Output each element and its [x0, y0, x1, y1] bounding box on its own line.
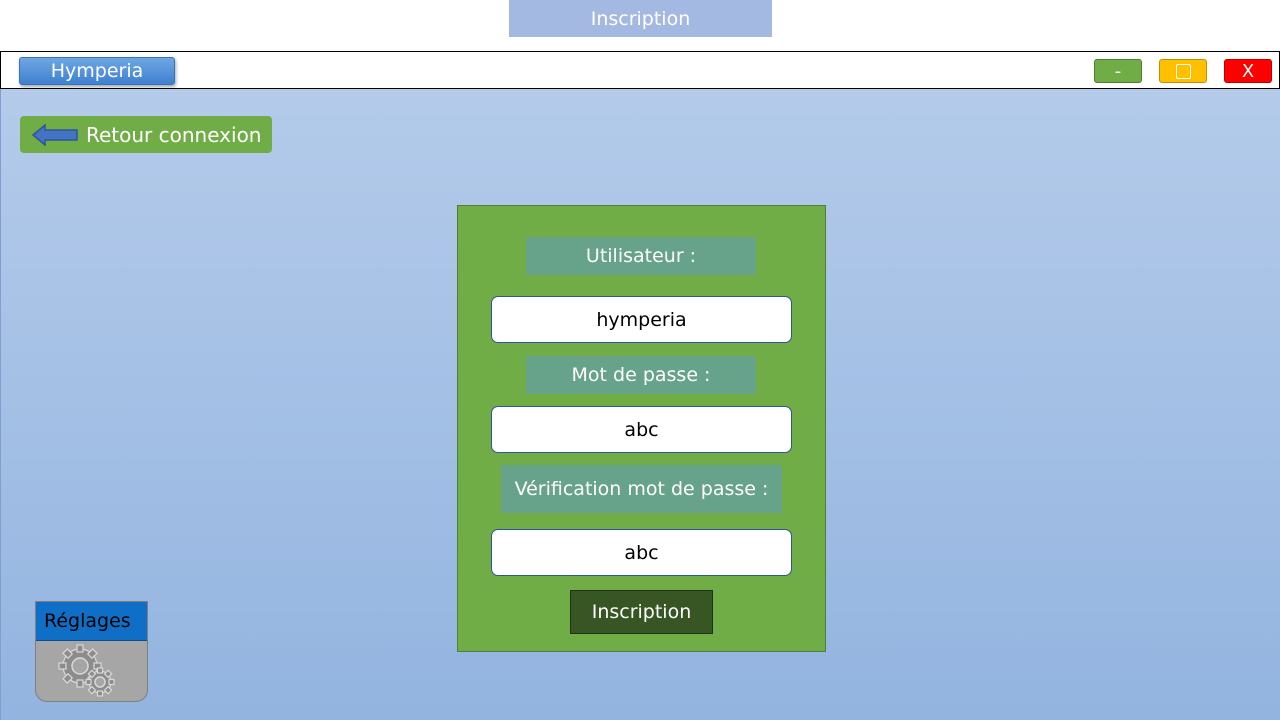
username-label: Utilisateur :: [526, 237, 756, 275]
page-title: Inscription: [509, 0, 772, 37]
minimize-button[interactable]: -: [1094, 59, 1142, 83]
title-bar: Hymperia - X: [0, 51, 1280, 89]
arrow-left-icon: [32, 123, 78, 146]
back-to-login-button[interactable]: Retour connexion: [20, 116, 272, 153]
username-input[interactable]: [491, 296, 792, 343]
password-input[interactable]: [491, 406, 792, 453]
settings-button[interactable]: Réglages: [35, 601, 148, 702]
gears-icon: [58, 644, 115, 697]
verify-password-input[interactable]: [491, 529, 792, 576]
verify-password-label: Vérification mot de passe :: [501, 465, 782, 513]
signup-submit-button[interactable]: Inscription: [570, 590, 713, 634]
back-button-label: Retour connexion: [86, 122, 262, 147]
maximize-icon: [1175, 63, 1191, 79]
close-button[interactable]: X: [1224, 59, 1272, 83]
maximize-button[interactable]: [1159, 59, 1207, 83]
settings-label: Réglages: [36, 602, 147, 641]
password-label: Mot de passe :: [526, 356, 756, 394]
main-area: Retour connexion Utilisateur : Mot de pa…: [0, 89, 1280, 720]
app-name-badge: Hymperia: [19, 57, 175, 85]
signup-form: Utilisateur : Mot de passe : Vérificatio…: [457, 205, 826, 652]
